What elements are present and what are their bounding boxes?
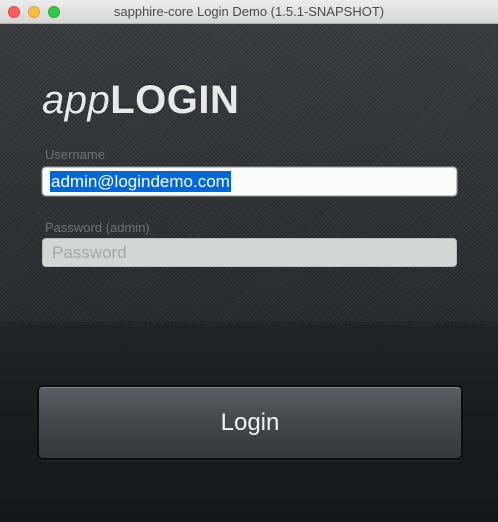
app-logo: appLOGIN bbox=[42, 78, 239, 122]
window-title: sapphire-core Login Demo (1.5.1-SNAPSHOT… bbox=[113, 4, 385, 19]
logo-login-text: LOGIN bbox=[110, 78, 240, 122]
login-button[interactable]: Login bbox=[37, 385, 463, 460]
username-value: admin@logindemo.com bbox=[50, 171, 231, 192]
logo-app-text: app bbox=[42, 78, 111, 122]
title-bar: sapphire-core Login Demo (1.5.1-SNAPSHOT… bbox=[0, 0, 498, 24]
password-label: Password (admin) bbox=[45, 220, 150, 235]
username-input[interactable]: admin@logindemo.com bbox=[42, 167, 457, 196]
login-window: sapphire-core Login Demo (1.5.1-SNAPSHOT… bbox=[0, 0, 498, 522]
username-label: Username bbox=[45, 147, 105, 162]
password-input[interactable]: Password bbox=[42, 238, 457, 267]
